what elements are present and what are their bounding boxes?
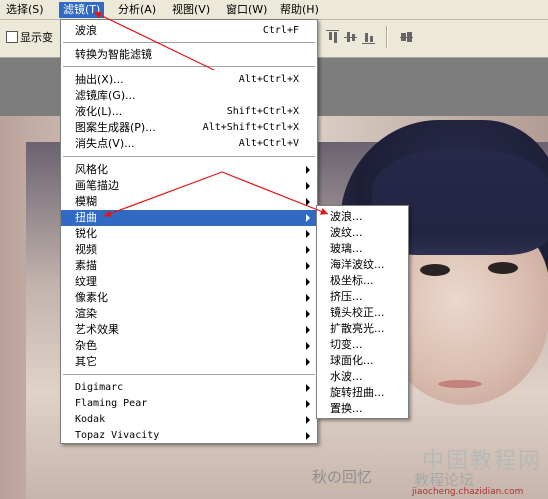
submenu-arrow-icon [306,262,310,270]
submenu-item-displace[interactable]: 置换... [317,401,408,417]
menu-select[interactable]: 选择(S) [2,2,48,18]
submenu-arrow-icon [306,278,310,286]
menu-item-pattern-maker[interactable]: 图案生成器(P)... Alt+Shift+Ctrl+X [61,120,317,136]
menu-item-brush-strokes[interactable]: 画笔描边 [61,178,317,194]
menu-item-stylize[interactable]: 风格化 [61,162,317,178]
menu-window[interactable]: 窗口(W) [222,2,271,18]
photo-eye-right [488,262,518,274]
submenu-arrow-icon [306,326,310,334]
menu-item-filter-gallery[interactable]: 滤镜库(G)... [61,88,317,104]
menu-item-kodak[interactable]: Kodak [61,412,317,428]
menu-separator [63,66,315,68]
submenu-item-zigzag[interactable]: 水波... [317,369,408,385]
submenu-item-wave[interactable]: 波浪... [317,209,408,225]
submenu-arrow-icon [306,230,310,238]
submenu-item-ocean-ripple[interactable]: 海洋波纹... [317,257,408,273]
photo-eye-left [420,264,450,276]
menu-item-blur[interactable]: 模糊 [61,194,317,210]
url-watermark: jiaocheng.chazidian.com [412,487,524,497]
menu-item-convert-smart[interactable]: 转换为智能滤镜 [61,47,317,63]
filter-menu: 波浪 Ctrl+F 转换为智能滤镜 抽出(X)... Alt+Ctrl+X 滤镜库(… [60,19,318,444]
submenu-arrow-icon [306,416,310,424]
align-top-icon[interactable] [326,30,339,44]
submenu-item-pinch[interactable]: 挤压... [317,289,408,305]
submenu-item-twirl[interactable]: 旋转扭曲... [317,385,408,401]
submenu-arrow-icon [306,342,310,350]
submenu-arrow-icon [306,400,310,408]
align-bottom-icon[interactable] [362,30,375,44]
auto-align-icon[interactable] [400,30,413,44]
menu-separator [63,374,315,376]
menu-item-extract[interactable]: 抽出(X)... Alt+Ctrl+X [61,72,317,88]
menu-item-liquify[interactable]: 液化(L)... Shift+Ctrl+X [61,104,317,120]
submenu-item-spherize[interactable]: 球面化... [317,353,408,369]
submenu-item-glass[interactable]: 玻璃... [317,241,408,257]
menu-item-render[interactable]: 渲染 [61,306,317,322]
photo-mouth [438,380,482,388]
menu-item-distort[interactable]: 扭曲 [61,210,317,226]
menu-filter[interactable]: 滤镜(T) [59,2,105,18]
submenu-item-shear[interactable]: 切变... [317,337,408,353]
submenu-arrow-icon [306,384,310,392]
submenu-arrow-icon [306,182,310,190]
menu-item-sketch[interactable]: 素描 [61,258,317,274]
distort-submenu: 波浪... 波纹... 玻璃... 海洋波纹... 极坐标... 挤压... 镜… [316,205,409,419]
submenu-arrow-icon [306,246,310,254]
submenu-item-polar-coordinates[interactable]: 极坐标... [317,273,408,289]
menu-item-flaming-pear[interactable]: Flaming Pear [61,396,317,412]
submenu-item-lens-correction[interactable]: 镜头校正... [317,305,408,321]
submenu-arrow-icon [306,358,310,366]
submenu-arrow-icon [306,214,310,222]
align-vcenter-icon[interactable] [344,30,357,44]
menu-item-vanishing-point[interactable]: 消失点(V)... Alt+Ctrl+V [61,136,317,152]
menu-help[interactable]: 帮助(H) [276,2,323,18]
submenu-arrow-icon [306,310,310,318]
submenu-arrow-icon [306,166,310,174]
signature-watermark: 秋の回忆 [312,468,373,486]
submenu-item-diffuse-glow[interactable]: 扩散亮光... [317,321,408,337]
menu-item-sharpen[interactable]: 锐化 [61,226,317,242]
menu-item-topaz[interactable]: Topaz Vivacity [61,428,317,444]
menu-item-other[interactable]: 其它 [61,354,317,370]
menu-item-artistic[interactable]: 艺术效果 [61,322,317,338]
menu-item-noise[interactable]: 杂色 [61,338,317,354]
submenu-item-ripple[interactable]: 波纹... [317,225,408,241]
submenu-arrow-icon [306,294,310,302]
menu-view[interactable]: 视图(V) [168,2,214,18]
menu-separator [63,156,315,158]
toolbar-separator [386,26,388,48]
menu-separator [63,42,315,44]
menu-item-texture[interactable]: 纹理 [61,274,317,290]
menu-item-pixelate[interactable]: 像素化 [61,290,317,306]
menu-item-last-filter[interactable]: 波浪 Ctrl+F [61,23,317,39]
menubar: 选择(S) 滤镜(T) 分析(A) 视图(V) 窗口(W) 帮助(H) [0,0,548,20]
menu-analysis[interactable]: 分析(A) [114,2,160,18]
menu-item-video[interactable]: 视频 [61,242,317,258]
submenu-arrow-icon [306,198,310,206]
show-transform-label: 显示变 [20,31,53,44]
menu-item-digimarc[interactable]: Digimarc [61,380,317,396]
show-transform-checkbox[interactable] [6,31,18,43]
submenu-arrow-icon [306,432,310,440]
